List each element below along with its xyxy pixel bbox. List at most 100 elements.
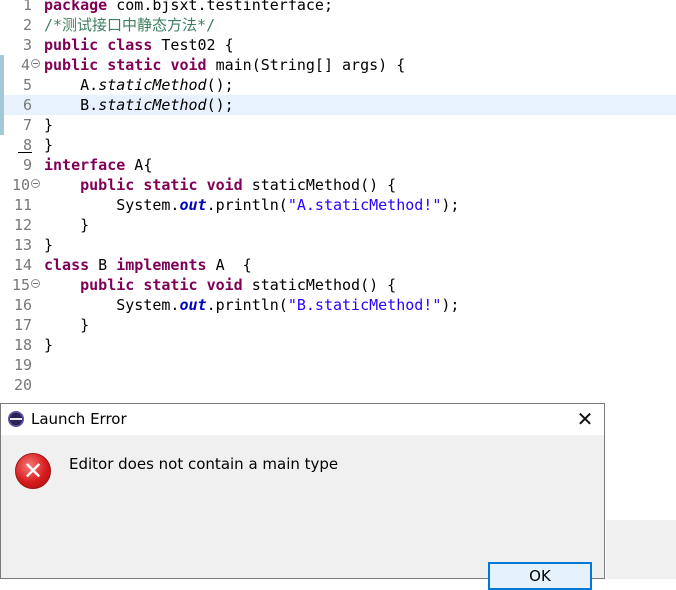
code-text: } (44, 135, 53, 155)
code-token: "B.staticMethod!" (287, 296, 442, 314)
code-line[interactable]: 12 } (0, 215, 676, 235)
line-number-underline (18, 152, 32, 153)
line-number: 9 (22, 156, 32, 174)
code-line[interactable]: 20 (0, 375, 676, 395)
line-number: 4 (20, 56, 30, 74)
code-line[interactable]: 18} (0, 335, 676, 355)
code-text: public static void staticMethod() { (44, 275, 396, 295)
code-line[interactable]: 16 System.out.println("B.staticMethod!")… (0, 295, 676, 315)
fold-toggle-icon[interactable] (31, 279, 40, 288)
code-token: .println( (206, 296, 288, 314)
line-number: 3 (22, 36, 32, 54)
code-line[interactable]: 15 public static void staticMethod() { (0, 275, 676, 295)
code-token: staticMethod() { (242, 176, 397, 194)
code-token: B. (44, 96, 99, 114)
code-token: package (44, 0, 108, 14)
code-line[interactable]: 11 System.out.println("A.staticMethod!")… (0, 195, 676, 215)
code-token: ); (441, 196, 460, 214)
code-token: out (179, 296, 207, 314)
code-text: } (44, 115, 53, 135)
code-token: public (80, 176, 135, 194)
code-text: /*测试接口中静态方法*/ (44, 15, 215, 35)
code-token: A { (206, 256, 252, 274)
error-message: Editor does not contain a main type (69, 455, 339, 473)
line-number: 11 (13, 196, 32, 214)
code-token: } (44, 236, 54, 254)
code-token: } (44, 116, 54, 134)
code-token: class (44, 256, 90, 274)
code-text: B.staticMethod(); (44, 95, 234, 115)
code-token: } (44, 336, 54, 354)
line-number: 10 (11, 176, 30, 194)
code-token: Test02 { (152, 36, 234, 54)
code-text: public static void main(String[] args) { (44, 55, 405, 75)
code-line[interactable]: 1 package com.bjsxt.testinterface; (0, 0, 676, 15)
code-token: out (179, 196, 207, 214)
fold-toggle-icon[interactable] (31, 59, 40, 68)
code-line[interactable]: 5 A.staticMethod(); (0, 75, 676, 95)
code-text: } (44, 215, 89, 235)
code-token: class (107, 36, 153, 54)
code-token: main(String[] args) { (206, 56, 406, 74)
code-text: System.out.println("A.staticMethod!"); (44, 195, 459, 215)
code-line[interactable]: 2 /*测试接口中静态方法*/ (0, 15, 676, 35)
code-token: staticMethod (98, 96, 207, 114)
dialog-body: ✕ Editor does not contain a main type OK (1, 435, 604, 590)
code-token: void (206, 176, 243, 194)
code-token: public (44, 36, 99, 54)
line-number: 14 (13, 256, 32, 274)
code-token: static (143, 276, 198, 294)
line-number: 2 (22, 16, 32, 34)
code-token: static (107, 56, 162, 74)
code-text: } (44, 335, 53, 355)
dialog-title: Launch Error (31, 410, 127, 428)
code-token: System. (44, 196, 180, 214)
code-line[interactable]: 10 public static void staticMethod() { (0, 175, 676, 195)
code-line[interactable]: 3 public class Test02 { (0, 35, 676, 55)
code-line[interactable]: 9 interface A{ (0, 155, 676, 175)
close-button[interactable]: ✕ (566, 404, 604, 435)
code-line[interactable]: 6 B.staticMethod(); (0, 95, 676, 115)
code-line[interactable]: 14 class B implements A { (0, 255, 676, 275)
line-number: 5 (22, 76, 32, 94)
line-number: 7 (22, 116, 32, 134)
code-token: B (89, 256, 117, 274)
code-token: A. (44, 76, 99, 94)
code-text: System.out.println("B.staticMethod!"); (44, 295, 459, 315)
line-number: 12 (13, 216, 32, 234)
ok-button[interactable]: OK (488, 562, 592, 590)
line-number: 18 (13, 336, 32, 354)
line-number: 15 (11, 276, 30, 294)
code-text: public class Test02 { (44, 35, 234, 55)
code-token: interface (44, 156, 126, 174)
line-number: 13 (13, 236, 32, 254)
code-token: } (44, 216, 90, 234)
code-token: /*测试接口中静态方法*/ (44, 16, 216, 34)
code-line[interactable]: 17 } (0, 315, 676, 335)
code-text: public static void staticMethod() { (44, 175, 396, 195)
code-text: A.staticMethod(); (44, 75, 234, 95)
line-number: 17 (13, 316, 32, 334)
code-text: class B implements A { (44, 255, 252, 275)
code-line[interactable]: 19 (0, 355, 676, 375)
code-line[interactable]: 13} (0, 235, 676, 255)
code-token: static (143, 176, 198, 194)
line-number: 1 (22, 0, 32, 14)
code-line[interactable]: 4 public static void main(String[] args) … (0, 55, 676, 75)
fold-toggle-icon[interactable] (31, 179, 40, 188)
code-token: void (170, 56, 207, 74)
line-number: 20 (13, 376, 32, 394)
code-token: public (80, 276, 135, 294)
code-token: public (44, 56, 99, 74)
code-line[interactable]: 8} (0, 135, 676, 155)
code-line[interactable]: 7} (0, 115, 676, 135)
code-token: "A.staticMethod!" (287, 196, 442, 214)
code-token: } (44, 136, 54, 154)
dialog-titlebar[interactable]: Launch Error ✕ (1, 404, 604, 435)
